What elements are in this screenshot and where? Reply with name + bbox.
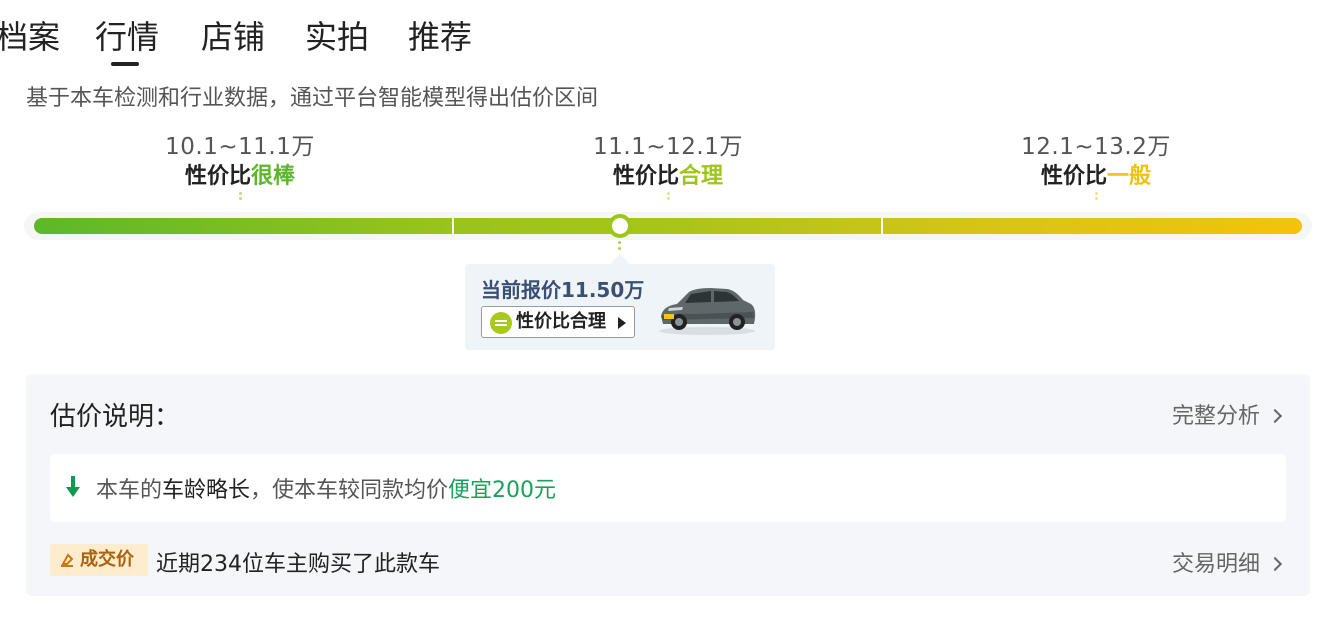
current-price-text: 当前报价11.50万: [481, 278, 645, 302]
arrow-down-icon: [66, 476, 80, 497]
price-range-high: 12.1~13.2万 性价比一般: [976, 130, 1216, 204]
deal-price-badge: 成交价: [50, 544, 148, 576]
panel-title: 估价说明：: [50, 402, 181, 432]
range-marker-dots: [238, 192, 242, 204]
chevron-right-icon: [1267, 408, 1283, 424]
price-range-low: 10.1~11.1万 性价比很棒: [120, 130, 360, 204]
range-verdict: 性价比很棒: [184, 164, 296, 189]
range-price: 12.1~13.2万: [1021, 134, 1171, 160]
tab-market[interactable]: 行情: [95, 14, 159, 60]
chevron-right-icon: [1267, 556, 1283, 572]
price-reason-text: 本车的车龄略长，使本车较同款均价便宜200元: [96, 478, 557, 503]
range-verdict: 性价比合理: [612, 164, 724, 189]
scale-divider: [452, 218, 454, 234]
car-image: [659, 288, 756, 335]
value-verdict-button[interactable]: 性价比合理: [481, 306, 635, 338]
current-price-marker: [608, 214, 632, 238]
play-arrow-icon: [618, 317, 626, 329]
tab-recommend[interactable]: 推荐: [408, 14, 472, 60]
transaction-details-link[interactable]: 交易明细: [1171, 546, 1283, 578]
full-analysis-link[interactable]: 完整分析: [1171, 398, 1283, 430]
price-tag-icon: [61, 553, 74, 567]
range-price: 10.1~11.1万: [165, 134, 315, 160]
equal-icon: [490, 312, 512, 334]
recent-deals-text: 近期234位车主购买了此款车: [156, 552, 440, 577]
price-reason-box: 本车的车龄略长，使本车较同款均价便宜200元: [50, 454, 1286, 522]
range-price: 11.1~12.1万: [593, 134, 743, 160]
valuation-subtitle: 基于本车检测和行业数据，通过平台智能模型得出估价区间: [26, 86, 599, 111]
tab-archive[interactable]: 档案: [0, 14, 60, 60]
full-analysis-label: 完整分析: [1171, 404, 1260, 429]
marker-dots: [618, 241, 622, 253]
price-scale-bar: [34, 218, 1302, 234]
range-marker-dots: [1094, 192, 1098, 204]
active-tab-indicator: [111, 62, 139, 66]
valuation-explanation-panel: 估价说明： 完整分析 本车的车龄略长，使本车较同款均价便宜200元 成交价 近期…: [26, 374, 1310, 596]
current-price-card: 当前报价11.50万 性价比合理: [465, 254, 775, 350]
verdict-chip-label: 性价比合理: [516, 311, 606, 332]
range-verdict: 性价比一般: [1040, 164, 1152, 189]
tab-photos[interactable]: 实拍: [305, 14, 369, 60]
range-marker-dots: [666, 192, 670, 204]
scale-divider: [881, 218, 883, 234]
transaction-details-label: 交易明细: [1171, 552, 1260, 577]
tab-store[interactable]: 店铺: [201, 14, 265, 60]
price-range-mid: 11.1~12.1万 性价比合理: [548, 130, 788, 204]
